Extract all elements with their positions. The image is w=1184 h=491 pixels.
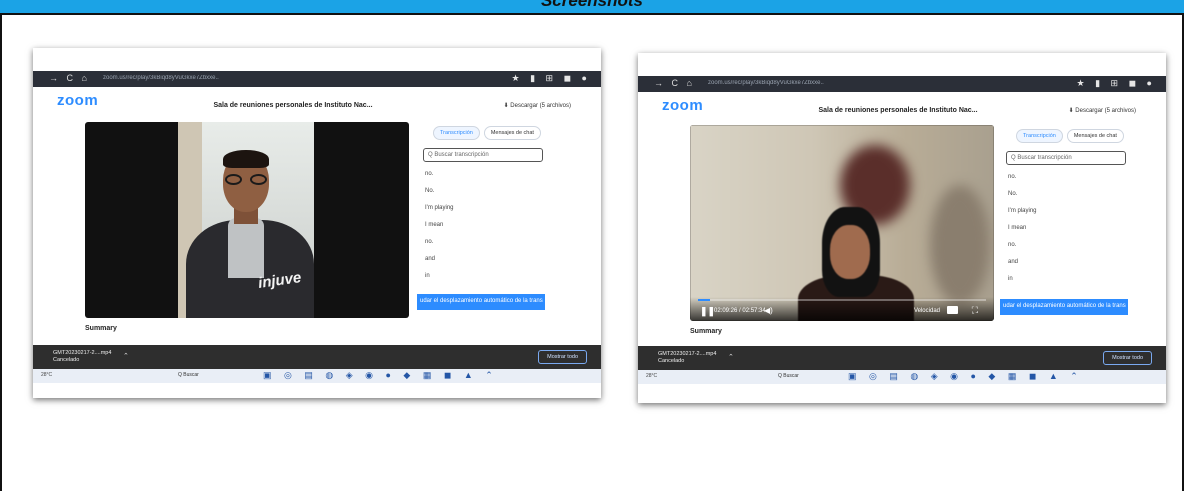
- browser-toolbar: → C ⌂ zoom.us/rec/play/3kBiqd8yVuGkxe7Zb…: [638, 76, 1166, 92]
- resume-autoscroll-button[interactable]: udar el desplazamiento automático de la …: [417, 294, 545, 310]
- video-player[interactable]: injuve: [85, 122, 409, 318]
- participant-face: [830, 225, 870, 279]
- transcript-panel: Transcripción Mensajes de chat Q Buscar …: [1006, 129, 1126, 293]
- video-frame: injuve: [178, 122, 314, 318]
- fullscreen-icon[interactable]: ⛶: [972, 305, 978, 316]
- download-button[interactable]: ⬇ Descargar (5 archivos): [504, 102, 571, 109]
- download-file-status: Cancelado: [658, 358, 685, 364]
- transcript-line[interactable]: no.: [1006, 242, 1126, 259]
- screenshot-1: → C ⌂ zoom.us/rec/play/3kBiqd8yVuGkxe7Zb…: [33, 48, 601, 398]
- glasses: [225, 174, 267, 186]
- show-all-button[interactable]: Mostrar todo: [538, 350, 587, 364]
- download-file-status: Cancelado: [53, 357, 80, 363]
- blurred-wall: [930, 185, 990, 305]
- download-file-name: GMT20230217-2....mp4: [658, 351, 717, 357]
- video-player[interactable]: ❚❚ 02:09:26 / 02:57:34 ◀) Velocidad ⛶: [690, 125, 994, 321]
- download-item[interactable]: GMT20230217-2....mp4 Cancelado: [53, 350, 111, 364]
- weather-widget[interactable]: 28°C: [41, 372, 52, 378]
- browser-toolbar: → C ⌂ zoom.us/rec/play/3kBiqd8yVuGkxe7Zb…: [33, 71, 601, 87]
- summary-heading: Summary: [690, 328, 722, 335]
- video-time: 02:09:26 / 02:57:34: [714, 308, 766, 314]
- transcript-line[interactable]: and: [423, 256, 543, 273]
- transcript-line[interactable]: I mean: [423, 222, 543, 239]
- transcript-search-input[interactable]: Q Buscar transcripción: [423, 148, 543, 162]
- participant-hair: [223, 150, 269, 168]
- download-button[interactable]: ⬇ Descargar (5 archivos): [1069, 107, 1136, 114]
- transcript-line[interactable]: in: [423, 273, 543, 290]
- participant-shirt: [228, 218, 264, 278]
- transcript-line[interactable]: I mean: [1006, 225, 1126, 242]
- transcript-line[interactable]: no.: [423, 239, 543, 256]
- volume-icon[interactable]: ◀): [764, 306, 773, 315]
- screenshot-2: → C ⌂ zoom.us/rec/play/3kBiqd8yVuGkxe7Zb…: [638, 53, 1166, 403]
- zoom-logo[interactable]: zoom: [662, 97, 703, 114]
- windows-taskbar: 28°C Q Buscar ▣ ◎ ▤ ◍ ◈ ◉ ● ◆ ▦ ◼ ▲ ⌃: [638, 370, 1166, 384]
- video-progress-bar[interactable]: [698, 299, 986, 301]
- transcript-lines: no. No. I'm playing I mean no. and in: [423, 171, 543, 290]
- download-item[interactable]: GMT20230217-2....mp4 Cancelado: [658, 351, 716, 365]
- transcript-tabs: Transcripción Mensajes de chat: [431, 126, 543, 140]
- transcript-line[interactable]: No.: [423, 188, 543, 205]
- tab-mensajes-chat[interactable]: Mensajes de chat: [483, 126, 541, 140]
- taskbar-app-icons[interactable]: ▣ ◎ ▤ ◍ ◈ ◉ ● ◆ ▦ ◼ ▲ ⌃: [263, 370, 498, 381]
- transcript-line[interactable]: I'm playing: [1006, 208, 1126, 225]
- extension-icons[interactable]: ★ ▮ ⊞ ◼ ●: [512, 73, 591, 84]
- summary-heading: Summary: [85, 325, 117, 332]
- transcript-lines: no. No. I'm playing I mean no. and in: [1006, 174, 1126, 293]
- video-frame: [690, 125, 994, 321]
- taskbar-app-icons[interactable]: ▣ ◎ ▤ ◍ ◈ ◉ ● ◆ ▦ ◼ ▲ ⌃: [848, 371, 1083, 382]
- download-shelf: GMT20230217-2....mp4 Cancelado ⌃ Mostrar…: [638, 346, 1166, 370]
- title-band: Screenshots: [0, 0, 1184, 15]
- transcript-line[interactable]: and: [1006, 259, 1126, 276]
- transcript-search-input[interactable]: Q Buscar transcripción: [1006, 151, 1126, 165]
- meeting-title: Sala de reuniones personales de Institut…: [818, 107, 978, 114]
- tab-transcripcion[interactable]: Transcripción: [1016, 129, 1063, 143]
- chevron-up-icon[interactable]: ⌃: [728, 353, 734, 361]
- address-bar[interactable]: zoom.us/rec/play/3kBiqd8yVuGkxe7Zbxxe..: [103, 75, 432, 83]
- weather-widget[interactable]: 28°C: [646, 373, 657, 379]
- chevron-up-icon[interactable]: ⌃: [123, 352, 129, 360]
- address-bar[interactable]: zoom.us/rec/play/3kBiqd8yVuGkxe7Zbxxe..: [708, 80, 1014, 88]
- taskbar-search[interactable]: Q Buscar: [178, 372, 199, 378]
- windows-taskbar: 28°C Q Buscar ▣ ◎ ▤ ◍ ◈ ◉ ● ◆ ▦ ◼ ▲ ⌃: [33, 369, 601, 383]
- show-all-button[interactable]: Mostrar todo: [1103, 351, 1152, 365]
- meeting-title: Sala de reuniones personales de Institut…: [213, 102, 373, 109]
- transcript-line[interactable]: I'm playing: [423, 205, 543, 222]
- transcript-panel: Transcripción Mensajes de chat Q Buscar …: [423, 126, 543, 290]
- transcript-tabs: Transcripción Mensajes de chat: [1014, 129, 1126, 143]
- transcript-line[interactable]: no.: [1006, 174, 1126, 191]
- video-controls: ❚❚ 02:09:26 / 02:57:34 ◀) Velocidad ⛶: [690, 297, 994, 321]
- tab-mensajes-chat[interactable]: Mensajes de chat: [1066, 129, 1124, 143]
- play-pause-icon[interactable]: ❚❚: [700, 306, 715, 317]
- resume-autoscroll-button[interactable]: udar el desplazamiento automático de la …: [1000, 299, 1128, 315]
- download-shelf: GMT20230217-2....mp4 Cancelado ⌃ Mostrar…: [33, 345, 601, 369]
- taskbar-search[interactable]: Q Buscar: [778, 373, 799, 379]
- browser-nav-icons[interactable]: → C ⌂: [49, 73, 90, 83]
- tab-transcripcion[interactable]: Transcripción: [433, 126, 480, 140]
- browser-nav-icons[interactable]: → C ⌂: [654, 78, 695, 88]
- band-title: Screenshots: [540, 0, 644, 10]
- download-file-name: GMT20230217-2....mp4: [53, 350, 112, 356]
- extension-icons[interactable]: ★ ▮ ⊞ ◼ ●: [1077, 78, 1156, 89]
- transcript-line[interactable]: in: [1006, 276, 1126, 293]
- zoom-logo[interactable]: zoom: [57, 92, 98, 109]
- transcript-line[interactable]: no.: [423, 171, 543, 188]
- captions-icon[interactable]: [947, 306, 958, 314]
- transcript-line[interactable]: No.: [1006, 191, 1126, 208]
- video-progress-fill: [698, 299, 710, 301]
- speed-button[interactable]: Velocidad: [914, 308, 940, 314]
